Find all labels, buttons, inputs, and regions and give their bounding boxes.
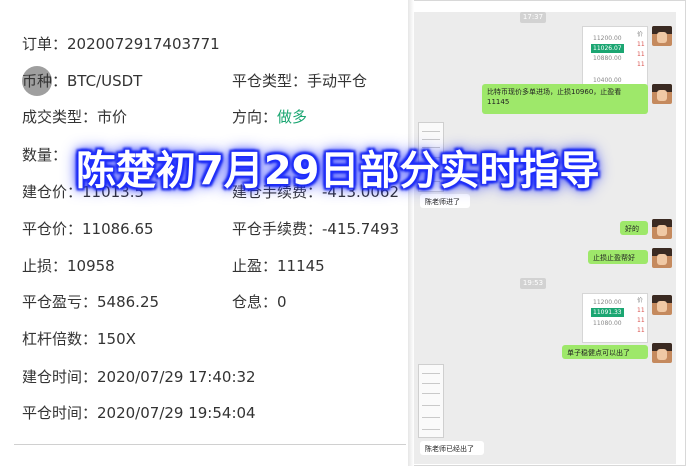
avatar[interactable] <box>652 84 672 104</box>
chart1-side-1: 价 <box>637 31 644 38</box>
direction-value: 做多 <box>277 108 308 126</box>
open-time: 建仓时间：2020/07/29 17:40:32 <box>22 368 256 386</box>
close-fee: 平仓手续费：-415.7493 <box>232 220 399 238</box>
order-detail-card: 订单：2020072917403771 币种：BTC/USDT 平仓类型：手动平… <box>0 0 410 466</box>
order-id: 订单：2020072917403771 <box>22 35 220 53</box>
chart2-tick-1: 11200.00 <box>593 299 622 306</box>
chart1-tick-2: 10880.00 <box>593 55 622 62</box>
direction-label: 方向： <box>232 108 278 126</box>
timestamp-chip: 17:37 <box>520 12 546 23</box>
symbol: 币种：BTC/USDT <box>22 72 143 90</box>
chart1-tick-1: 11200.00 <box>593 35 622 42</box>
chart2-side-4: 11 <box>637 327 645 334</box>
close-time: 平仓时间：2020/07/29 19:54:04 <box>22 404 256 422</box>
chart2-tick-2: 11080.00 <box>593 320 622 327</box>
avatar[interactable] <box>652 26 672 46</box>
promo-banner-title: 陈楚初7月29日部分实时指导 <box>76 148 600 194</box>
card-divider <box>14 444 406 445</box>
message-good: 好的 <box>620 221 648 235</box>
message-followed: 陈老师进了 <box>420 194 470 208</box>
chart1-price-tag: 11026.07 <box>591 44 624 53</box>
message-tp-sl: 止损止盈帮好 <box>588 250 648 264</box>
chart1-side-4: 11 <box>637 61 645 68</box>
chart2-price-tag: 11091.33 <box>591 308 624 317</box>
chart1-side-2: 11 <box>637 41 645 48</box>
chart2-side-2: 11 <box>637 307 645 314</box>
avatar[interactable] <box>652 295 672 315</box>
message-exit: 单子稳健点可以出了 <box>562 345 648 359</box>
take-profit: 止盈：11145 <box>232 257 325 275</box>
screenshot-thumbnail-2[interactable] <box>418 364 444 438</box>
chart-image-1[interactable]: 11200.00 11026.07 10880.00 10400.00 价 11… <box>582 26 648 86</box>
chart-image-2[interactable]: 11200.00 11091.33 11080.00 价 11 11 11 <box>582 293 648 343</box>
timestamp-chip: 19:53 <box>520 278 546 289</box>
avatar[interactable] <box>652 219 672 239</box>
leverage: 杠杆倍数：150X <box>22 330 136 348</box>
stop-loss: 止损：10958 <box>22 257 115 275</box>
interest: 仓息：0 <box>232 293 287 311</box>
close-type: 平仓类型：手动平仓 <box>232 72 368 90</box>
quantity: 数量： <box>22 146 68 164</box>
close-price: 平仓价：11086.65 <box>22 220 154 238</box>
direction: 方向：做多 <box>232 107 307 127</box>
chat-panel[interactable]: 17:37 11200.00 11026.07 10880.00 10400.0… <box>414 12 676 464</box>
message-entry: 比特币现价多单进场，止损10960，止盈看11145 <box>482 84 648 114</box>
avatar[interactable] <box>652 343 672 363</box>
chart2-side-3: 11 <box>637 317 645 324</box>
pnl: 平仓盈亏：5486.25 <box>22 293 160 311</box>
message-closed: 陈老师已经出了 <box>420 441 484 455</box>
trade-type: 成交类型：市价 <box>22 108 128 126</box>
chart2-side-1: 价 <box>637 297 644 304</box>
avatar[interactable] <box>652 248 672 268</box>
chart1-side-3: 11 <box>637 51 645 58</box>
